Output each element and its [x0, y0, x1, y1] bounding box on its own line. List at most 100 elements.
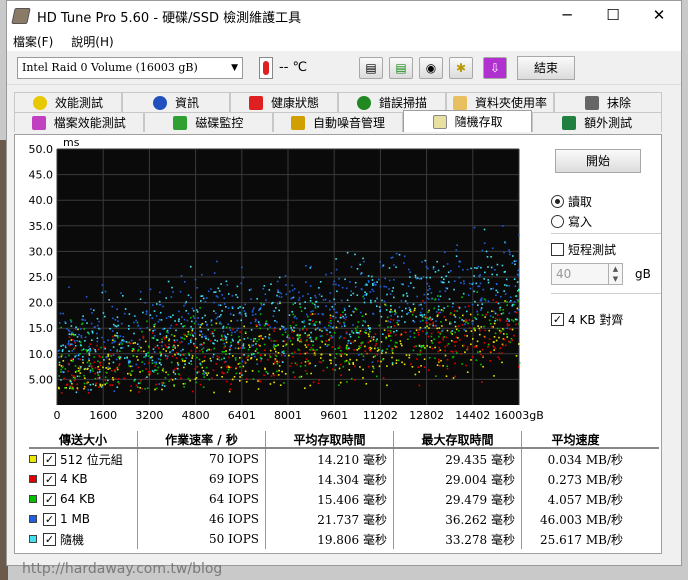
tab-info[interactable]: 資訊 [122, 92, 230, 112]
scatter-point [435, 320, 437, 322]
scatter-point [279, 300, 281, 303]
scatter-point [419, 326, 422, 329]
scatter-point [139, 327, 142, 330]
scatter-point [311, 313, 314, 315]
series-checkbox[interactable]: ✓ [43, 452, 56, 466]
drive-select[interactable]: Intel Raid 0 Volume (16003 gB) ▼ [17, 57, 243, 79]
scatter-point [495, 289, 498, 292]
tab-random-access[interactable]: 隨機存取 [402, 110, 533, 132]
scatter-point [97, 348, 100, 351]
start-button[interactable]: 開始 [555, 149, 641, 173]
scatter-point [361, 315, 364, 317]
scatter-point [324, 343, 327, 346]
scatter-point [210, 360, 212, 362]
scatter-point [338, 284, 340, 287]
scatter-point [207, 290, 210, 293]
scatter-point [265, 371, 268, 373]
scatter-point [298, 291, 300, 294]
window-title: HD Tune Pro 5.60 - 硬碟/SSD 檢測維護工具 [37, 10, 302, 26]
tab-folder-usage[interactable]: 資料夾使用率 [446, 92, 554, 112]
scatter-point [439, 333, 442, 335]
x-tick-label: 0 [54, 409, 61, 422]
exit-button[interactable]: 結束 [517, 56, 575, 80]
camera-icon[interactable]: ◉ [419, 57, 443, 79]
scatter-point [187, 342, 190, 345]
scatter-point [501, 361, 503, 364]
tab-extra-tests[interactable]: 額外測試 [532, 112, 662, 132]
scatter-point [200, 324, 202, 326]
scatter-point [239, 331, 241, 333]
scatter-point [466, 371, 469, 373]
scatter-point [255, 343, 257, 345]
series-checkbox[interactable]: ✓ [43, 492, 56, 506]
align-option[interactable]: ✓ 4 KB 對齊 [551, 311, 623, 328]
scatter-point [183, 360, 186, 363]
scatter-point [75, 354, 78, 357]
scatter-point [489, 315, 492, 317]
save-icon[interactable]: ⇩ [483, 57, 507, 79]
avg-time-cell: 21.737 毫秒 [265, 509, 393, 529]
scatter-point [392, 287, 394, 289]
write-option[interactable]: 寫入 [551, 213, 592, 230]
scatter-point [367, 324, 370, 327]
tab-aam[interactable]: 自動噪音管理 [273, 112, 403, 132]
scatter-point [481, 303, 483, 305]
size-label: 1 MB [60, 512, 91, 526]
scatter-point [444, 354, 447, 357]
series-checkbox[interactable]: ✓ [43, 512, 56, 526]
scatter-point [94, 372, 96, 375]
scatter-point [278, 276, 281, 279]
scatter-point [467, 294, 470, 296]
scatter-point [439, 349, 442, 351]
copy-icon[interactable]: ▤ [359, 57, 383, 79]
scatter-point [87, 367, 89, 370]
scatter-point [409, 276, 411, 278]
scatter-point [312, 324, 315, 326]
scatter-point [367, 333, 370, 335]
menu-file[interactable]: 檔案(F) [13, 33, 53, 50]
scatter-point [463, 282, 465, 285]
minimize-button[interactable]: ─ [545, 1, 589, 31]
read-option[interactable]: 讀取 [551, 193, 592, 210]
options-icon[interactable]: ✱ [449, 57, 473, 79]
series-checkbox[interactable]: ✓ [43, 532, 56, 546]
tab-disk-monitor[interactable]: 磁碟監控 [143, 112, 274, 132]
align-checkbox[interactable]: ✓ [551, 313, 564, 326]
series-checkbox[interactable]: ✓ [43, 472, 56, 486]
tab-benchmark[interactable]: 效能測試 [14, 92, 122, 112]
scatter-point [129, 365, 132, 368]
scatter-point [497, 302, 500, 305]
tab-file-benchmark[interactable]: 檔案效能測試 [14, 112, 144, 132]
scatter-point [326, 345, 328, 347]
scatter-point [170, 296, 173, 298]
scatter-point [201, 273, 203, 276]
scatter-point [115, 334, 117, 337]
close-button[interactable]: ✕ [637, 1, 681, 31]
short-test-checkbox[interactable] [551, 243, 564, 256]
iops-cell: 50 IOPS [137, 529, 265, 549]
short-test-option[interactable]: 短程測試 [551, 241, 616, 258]
menu-help[interactable]: 說明(H) [71, 33, 113, 50]
tab-health[interactable]: 健康狀態 [230, 92, 338, 112]
tab-error-scan[interactable]: 錯誤掃描 [338, 92, 446, 112]
scatter-point [146, 376, 148, 378]
spin-buttons-icon[interactable]: ▲ ▼ [608, 264, 622, 284]
scatter-point [277, 302, 279, 305]
scatter-point [504, 242, 507, 244]
x-tick-label: 11202 [363, 409, 398, 422]
tab-erase[interactable]: 抹除 [554, 92, 662, 112]
copy-green-icon[interactable]: ▤ [389, 57, 413, 79]
read-radio[interactable] [551, 195, 564, 208]
write-radio[interactable] [551, 215, 564, 228]
scatter-point [357, 321, 360, 323]
scatter-point [130, 374, 132, 376]
scatter-point [179, 354, 182, 356]
scatter-point [362, 257, 364, 260]
short-test-size-input[interactable]: 40 ▲ ▼ [551, 263, 623, 285]
scatter-point [511, 319, 513, 321]
scatter-point [496, 319, 499, 321]
scatter-point [190, 325, 192, 328]
scatter-point [201, 343, 203, 346]
maximize-button[interactable]: ☐ [591, 1, 635, 31]
scatter-point [83, 328, 85, 330]
